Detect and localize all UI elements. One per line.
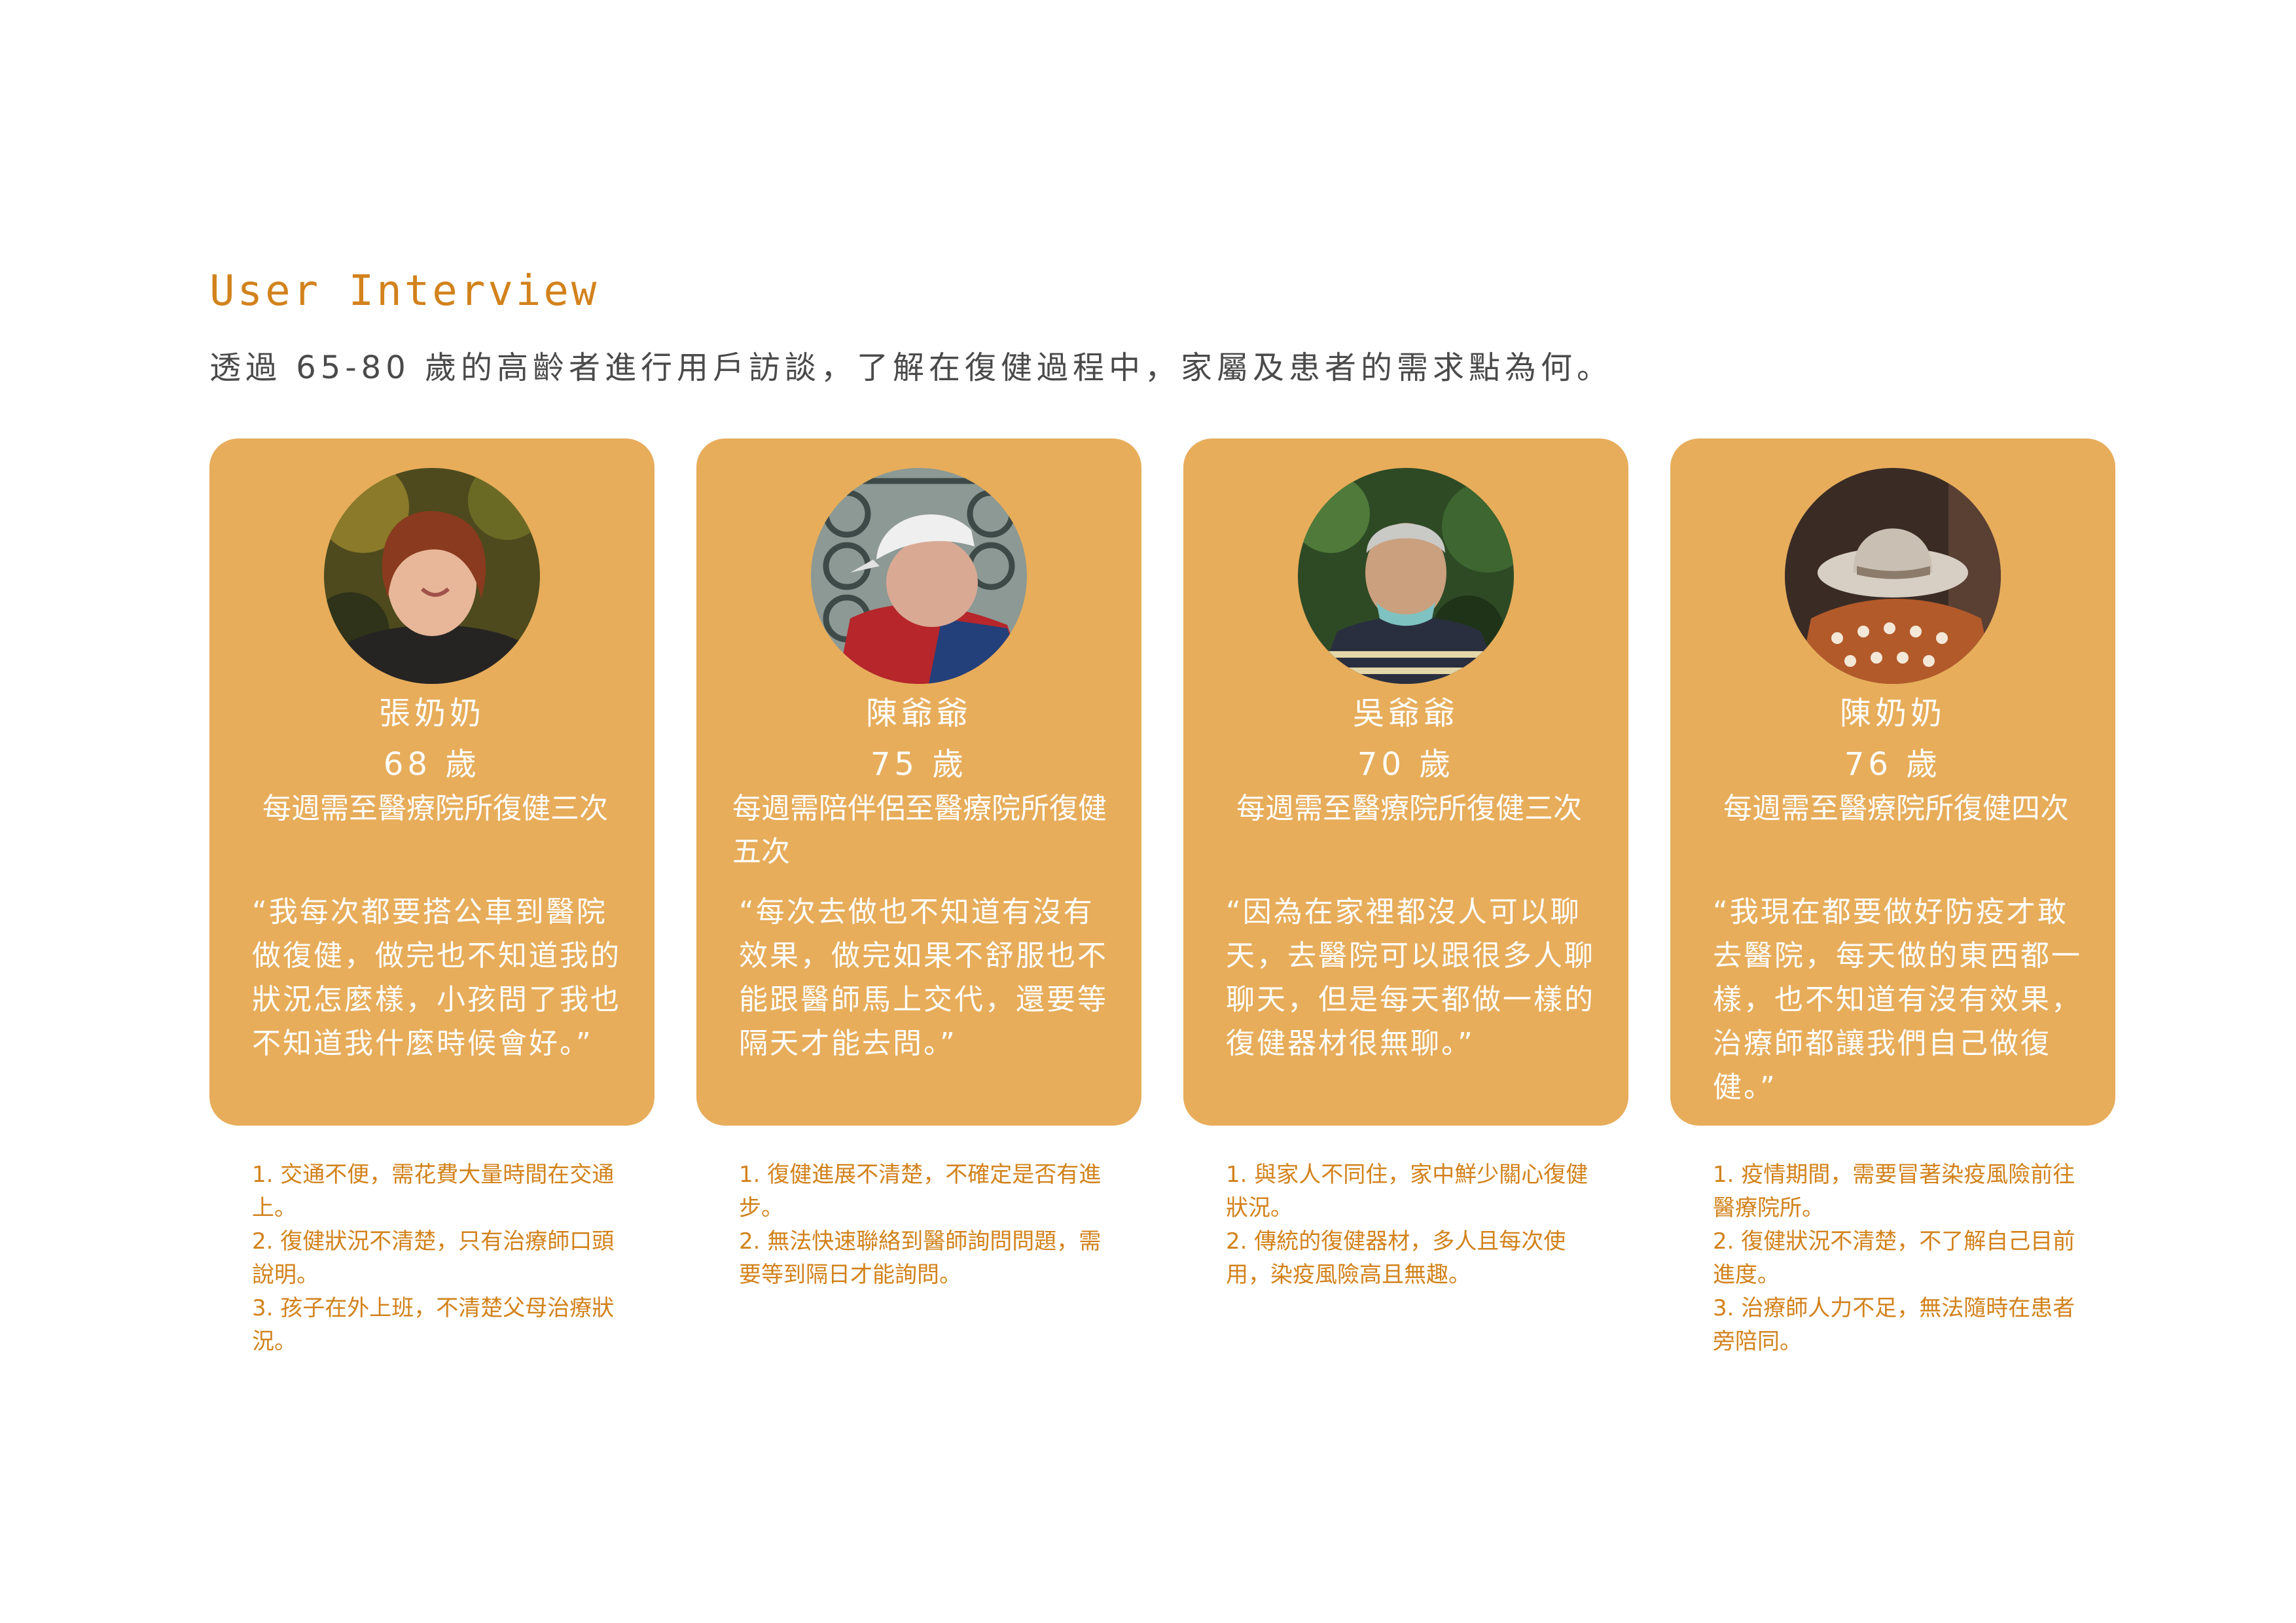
pain-point-item: 2. 復健狀況不清楚，只有治療師口頭說明。 (252, 1228, 615, 1288)
persona-photo (811, 468, 1027, 684)
pain-points-list: 1. 與家人不同住，家中鮮少關心復健狀況。 2. 傳統的復健器材，多人且每次使用… (1226, 1158, 1592, 1292)
persona-quote: “我每次都要搭公車到醫院做復健，做完也不知道我的狀況怎麼樣，小孩問了我也不知道我… (252, 895, 621, 1060)
pain-point-item: 1. 交通不便，需花費大量時間在交通上。 (252, 1162, 615, 1221)
pain-point-item: 1. 疫情期間，需要冒著染疫風險前往醫療院所。 (1713, 1162, 2075, 1221)
persona-name: 陳爺爺 (865, 695, 972, 732)
persona-age: 75 歲 (870, 746, 968, 783)
persona-quote: “我現在都要做好防疫才敢去醫院，每天做的東西都一樣，也不知道有沒有效果，治療師都… (1713, 895, 2082, 1104)
persona-quote: “每次去做也不知道有沒有效果，做完如果不舒服也不能跟醫師馬上交代，還要等隔天才能… (739, 895, 1108, 1060)
persona-name: 陳奶奶 (1839, 695, 1946, 732)
pain-points-list: 1. 疫情期間，需要冒著染疫風險前往醫療院所。 2. 復健狀況不清楚，不了解自己… (1713, 1158, 2079, 1359)
persona-frequency: 每週需至醫療院所復健三次 (262, 792, 608, 825)
persona-age: 68 歲 (383, 746, 481, 783)
persona-card: 陳爺爺 75 歲 每週需陪伴侶至醫療院所復健五次 “每次去做也不知道有沒有效果，… (696, 438, 1141, 1126)
persona-quote: “因為在家裡都沒人可以聊天，去醫院可以跟很多人聊聊天，但是每天都做一樣的復健器材… (1226, 895, 1595, 1060)
page-subtitle: 透過 65-80 歲的高齡者進行用戶訪談，了解在復健過程中，家屬及患者的需求點為… (209, 349, 1613, 386)
page-title: User Interview (209, 267, 600, 315)
pain-point-item: 2. 復健狀況不清楚，不了解自己目前進度。 (1713, 1228, 2075, 1288)
pain-point-item: 1. 復健進展不清楚，不確定是否有進步。 (739, 1162, 1102, 1221)
pain-point-item: 1. 與家人不同住，家中鮮少關心復健狀況。 (1226, 1162, 1588, 1221)
pain-points-list: 1. 復健進展不清楚，不確定是否有進步。 2. 無法快速聯絡到醫師詢問問題，需要… (739, 1158, 1105, 1292)
pain-points-list: 1. 交通不便，需花費大量時間在交通上。 2. 復健狀況不清楚，只有治療師口頭說… (252, 1158, 619, 1359)
persona-card: 張奶奶 68 歲 每週需至醫療院所復健三次 “我每次都要搭公車到醫院做復健，做完… (209, 438, 655, 1126)
persona-name: 張奶奶 (378, 695, 485, 732)
pain-point-item: 2. 傳統的復健器材，多人且每次使用，染疫風險高且無趣。 (1226, 1228, 1566, 1288)
persona-age: 70 歲 (1357, 746, 1455, 783)
persona-frequency: 每週需至醫療院所復健四次 (1723, 792, 2069, 825)
pain-point-item: 2. 無法快速聯絡到醫師詢問問題，需要等到隔日才能詢問。 (739, 1228, 1102, 1288)
persona-photo (1298, 468, 1514, 684)
persona-age: 76 歲 (1844, 746, 1942, 783)
persona-photo (324, 468, 540, 684)
persona-card: 吳爺爺 70 歲 每週需至醫療院所復健三次 “因為在家裡都沒人可以聊天，去醫院可… (1183, 438, 1628, 1126)
persona-photo (1785, 468, 2001, 684)
pain-point-item: 3. 治療師人力不足，無法隨時在患者旁陪同。 (1713, 1295, 2075, 1355)
persona-frequency: 每週需至醫療院所復健三次 (1236, 792, 1582, 825)
persona-name: 吳爺爺 (1352, 695, 1459, 732)
persona-frequency: 每週需陪伴侶至醫療院所復健五次 (732, 792, 1107, 868)
persona-card: 陳奶奶 76 歲 每週需至醫療院所復健四次 “我現在都要做好防疫才敢去醫院，每天… (1670, 438, 2115, 1126)
pain-point-item: 3. 孩子在外上班，不清楚父母治療狀況。 (252, 1295, 615, 1355)
